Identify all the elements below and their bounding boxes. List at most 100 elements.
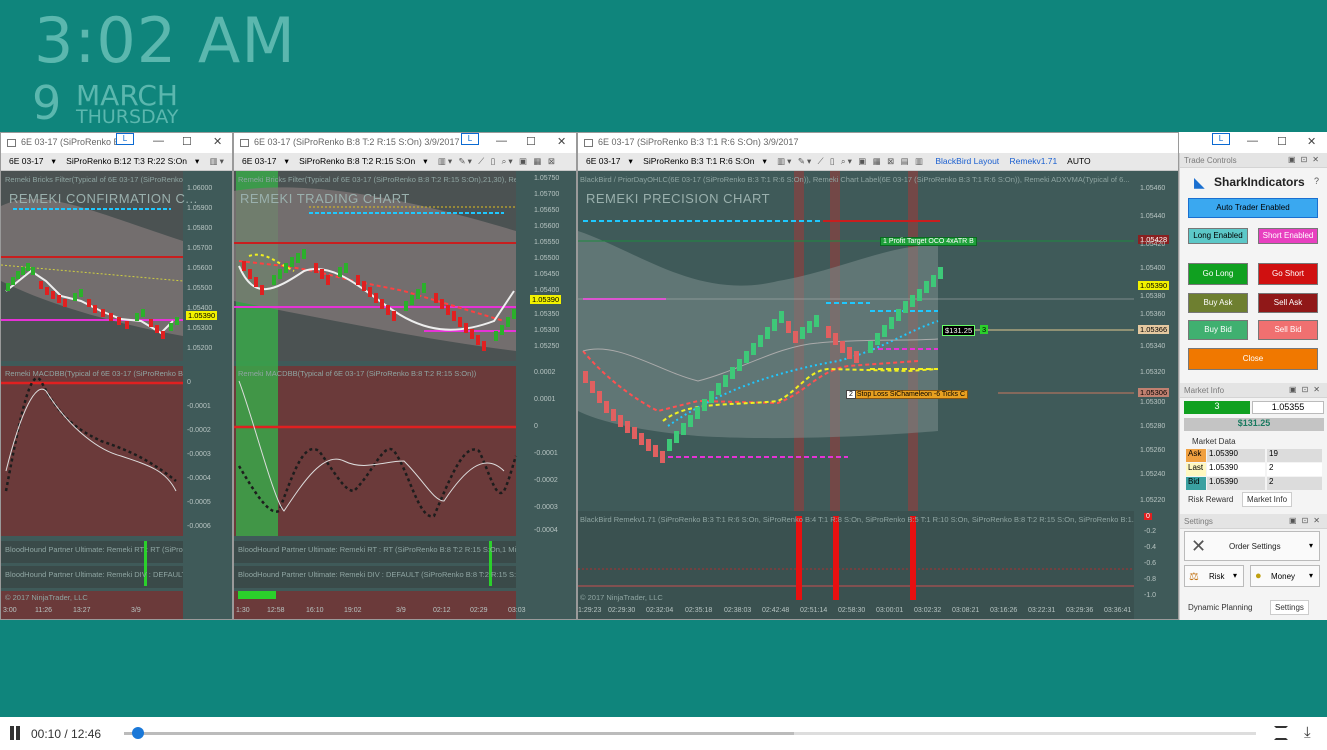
download-icon[interactable]: ⤓ — [1304, 724, 1311, 741]
y-tick: 1.05420 — [1140, 241, 1166, 248]
tab-market-info[interactable]: Market Info — [1242, 492, 1293, 507]
brand-name: SharkIndicators — [1214, 175, 1305, 189]
buy-ask-button[interactable]: Buy Ask — [1188, 293, 1248, 313]
minimize-button[interactable]: — — [496, 135, 507, 147]
y-tick: 1.05200 — [187, 345, 213, 352]
tools-icon: ✕ — [1191, 536, 1207, 556]
bid-price: 1.05390 — [1207, 477, 1265, 490]
tab-dynamic-planning[interactable]: Dynamic Planning — [1188, 603, 1252, 612]
x-tick: 12:58 — [267, 607, 285, 614]
chart-area[interactable]: REMEKI CONFIRMATION C... Remeki Bricks F… — [1, 171, 232, 619]
y-tick: -0.0003 — [187, 451, 211, 458]
drawing-tools-icon[interactable]: ▥▾ ✎▾ ⟋ ▯ ⌕▾ ▣ ▦ ⊠ — [438, 156, 557, 166]
x-tick: 02:35:18 — [685, 607, 713, 614]
maximize-button[interactable]: ☐ — [526, 135, 536, 148]
period-selector[interactable]: SiProRenko B:12 T:3 R:22 S:On — [66, 156, 187, 166]
maximize-button[interactable]: ☐ — [182, 135, 192, 148]
short-enabled-toggle[interactable]: Short Enabled — [1258, 228, 1318, 244]
sell-bid-button[interactable]: Sell Bid — [1258, 320, 1318, 340]
chart-area[interactable]: REMEKI TRADING CHART Remeki Bricks Filte… — [234, 171, 576, 619]
x-tick: 02:42:48 — [762, 607, 790, 614]
window-titlebar[interactable]: 6E 03-17 (SiProRenko B:8 T:2 R:15 S:On) … — [234, 133, 576, 153]
y-tick: 1.05700 — [534, 191, 560, 198]
risk-button[interactable]: ⚖ Risk ▾ — [1184, 565, 1244, 587]
pause-icon[interactable] — [10, 726, 14, 740]
chart-area[interactable]: REMEKI PRECISION CHART BlackBird / Prior… — [578, 171, 1178, 619]
minimize-button[interactable]: — — [153, 135, 164, 147]
y-tick: 1.05400 — [1140, 265, 1166, 272]
x-tick: 02:32:04 — [646, 607, 674, 614]
instrument-selector[interactable]: 6E 03-17 — [242, 156, 277, 166]
auto-selector[interactable]: AUTO — [1067, 156, 1090, 166]
tab-risk-reward[interactable]: Risk Reward — [1188, 495, 1233, 504]
bar-type-icon[interactable]: ▥▾ — [210, 156, 226, 166]
link-button[interactable]: L — [461, 133, 479, 145]
market-data-label: Market Data — [1192, 437, 1236, 446]
stop-loss-qty: 2 — [846, 390, 856, 399]
fullscreen-icon[interactable] — [1274, 726, 1288, 740]
risk-label: Risk — [1209, 572, 1225, 581]
x-tick: 02:58:30 — [838, 607, 866, 614]
close-button[interactable]: ✕ — [557, 135, 566, 148]
position-qty: 3 — [1184, 401, 1250, 414]
close-button[interactable]: ✕ — [1307, 135, 1316, 148]
panel-controls[interactable]: ▣⊡✕ — [1289, 385, 1325, 394]
y-tick: 1.05600 — [534, 223, 560, 230]
trade-panel: Trade Controls ▣⊡✕ ◣ SharkIndicators ? Au… — [1179, 153, 1327, 620]
window-icon — [584, 139, 593, 147]
drawing-tools-icon[interactable]: ▥▾ ✎▾ ⟋ ▯ ⌕▾ ▣ ▦ ⊠ ▤ ▥ — [777, 156, 925, 166]
sell-ask-button[interactable]: Sell Ask — [1258, 293, 1318, 313]
last-price-tag: 1.05390 — [530, 295, 562, 304]
tab-settings[interactable]: Settings — [1270, 600, 1309, 615]
position-pnl-tag: $131.25 — [942, 325, 976, 336]
y-tick: -0.0002 — [534, 477, 558, 484]
close-position-button[interactable]: Close — [1188, 348, 1318, 370]
link-button[interactable]: L — [1212, 133, 1230, 145]
layout-selector[interactable]: BlackBird Layout — [935, 156, 999, 166]
x-tick: 03:02:32 — [914, 607, 942, 614]
market-data-table: Ask 1.05390 19 Last 1.05390 2 Bid 1.0539… — [1184, 449, 1324, 491]
maximize-button[interactable]: ☐ — [1277, 135, 1287, 148]
progress-bar[interactable] — [124, 727, 1256, 739]
panel-header-label: Trade Controls — [1184, 156, 1237, 165]
ask-label: Ask — [1186, 449, 1206, 462]
y-tick: -0.0004 — [534, 527, 558, 534]
period-selector[interactable]: SiProRenko B:3 T:1 R:6 S:On — [643, 156, 754, 166]
help-icon[interactable]: ? — [1314, 176, 1319, 186]
y-tick: -0.4 — [1144, 544, 1157, 551]
instrument-selector[interactable]: 6E 03-17 — [586, 156, 621, 166]
window-title: 6E 03-17 (SiProRenko B:8 T:2 R:15 S:On) … — [254, 137, 460, 147]
panel-controls[interactable]: ▣⊡✕ — [1288, 155, 1324, 164]
close-button[interactable]: ✕ — [213, 135, 222, 148]
progress-knob[interactable] — [132, 727, 144, 739]
go-long-button[interactable]: Go Long — [1188, 263, 1248, 285]
clock-day: 9 — [32, 76, 62, 130]
window-titlebar[interactable]: 6E 03-17 (SiProRenko B:1... L — ☐ ✕ — [1, 133, 232, 153]
x-tick: 19:02 — [344, 607, 362, 614]
position-qty-tag: 3 — [980, 325, 989, 334]
link-button[interactable]: L — [116, 133, 134, 145]
panel-controls[interactable]: ▣⊡✕ — [1289, 516, 1325, 525]
minimize-button[interactable]: — — [1247, 135, 1258, 147]
order-settings-button[interactable]: ✕ Order Settings ▾ — [1184, 531, 1320, 561]
x-tick: 02:51:14 — [800, 607, 828, 614]
long-enabled-toggle[interactable]: Long Enabled — [1188, 228, 1248, 244]
y-tick: 1.05260 — [1140, 447, 1166, 454]
buy-bid-button[interactable]: Buy Bid — [1188, 320, 1248, 340]
period-selector[interactable]: SiProRenko B:8 T:2 R:15 S:On — [299, 156, 415, 166]
y-tick: 1.05240 — [1140, 471, 1166, 478]
chevron-down-icon: ▾ — [1309, 571, 1314, 580]
money-button[interactable]: ● Money ▾ — [1250, 565, 1320, 587]
stop-loss-order[interactable]: 1 Stop Loss SiChameleon -6 Ticks C — [848, 390, 968, 399]
y-tick: -0.0004 — [187, 475, 211, 482]
window-titlebar[interactable]: 6E 03-17 (SiProRenko B:3 T:1 R:6 S:On) 3… — [578, 133, 1178, 153]
oscillator-label: BlackBird Remekv1.71 (SiProRenko B:3 T:1… — [580, 515, 1134, 524]
y-tick: 1.05700 — [187, 245, 213, 252]
y-tick: 1.05350 — [534, 311, 560, 318]
x-tick: 02:12 — [433, 607, 451, 614]
chart-title: REMEKI PRECISION CHART — [586, 191, 771, 206]
go-short-button[interactable]: Go Short — [1258, 263, 1318, 285]
instrument-selector[interactable]: 6E 03-17 — [9, 156, 44, 166]
auto-trader-button[interactable]: Auto Trader Enabled — [1188, 198, 1318, 218]
profit-target-order[interactable]: 1 Profit Target OCO 4xATR B — [880, 237, 977, 246]
